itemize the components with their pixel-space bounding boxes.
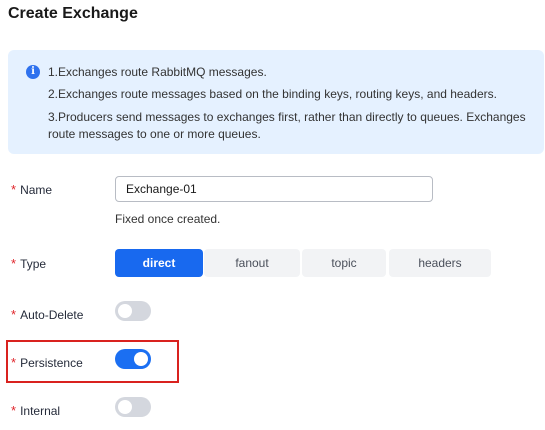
internal-toggle[interactable]	[115, 397, 151, 417]
persistence-label-text: Persistence	[20, 356, 83, 370]
type-option-direct[interactable]: direct	[115, 249, 203, 277]
info-icon: i	[26, 65, 40, 79]
type-option-headers[interactable]: headers	[389, 249, 491, 277]
name-input[interactable]	[115, 176, 433, 202]
type-label: * Type	[11, 256, 46, 271]
required-mark: *	[11, 307, 17, 322]
name-label-text: Name	[20, 183, 53, 197]
page-title: Create Exchange	[8, 5, 138, 22]
type-label-text: Type	[20, 257, 47, 271]
auto-delete-toggle[interactable]	[115, 301, 151, 321]
type-option-topic[interactable]: topic	[302, 249, 386, 277]
persistence-toggle[interactable]	[115, 349, 151, 369]
info-line-3: 3.Producers send messages to exchanges f…	[48, 110, 526, 141]
auto-delete-label: * Auto-Delete	[11, 307, 83, 322]
required-mark: *	[11, 256, 17, 271]
info-banner: i 1.Exchanges route RabbitMQ messages. 2…	[8, 50, 544, 154]
toggle-knob	[134, 352, 148, 366]
info-line-2: 2.Exchanges route messages based on the …	[48, 87, 497, 101]
info-line-1: 1.Exchanges route RabbitMQ messages.	[48, 65, 267, 79]
required-mark: *	[11, 403, 17, 418]
internal-label: * Internal	[11, 403, 60, 418]
type-option-fanout[interactable]: fanout	[204, 249, 300, 277]
toggle-knob	[118, 304, 132, 318]
name-label: * Name	[11, 182, 52, 197]
required-mark: *	[11, 182, 17, 197]
internal-label-text: Internal	[20, 404, 61, 418]
persistence-label: * Persistence	[11, 355, 83, 370]
auto-delete-label-text: Auto-Delete	[20, 308, 84, 322]
required-mark: *	[11, 355, 17, 370]
toggle-knob	[118, 400, 132, 414]
name-hint: Fixed once created.	[115, 212, 221, 226]
